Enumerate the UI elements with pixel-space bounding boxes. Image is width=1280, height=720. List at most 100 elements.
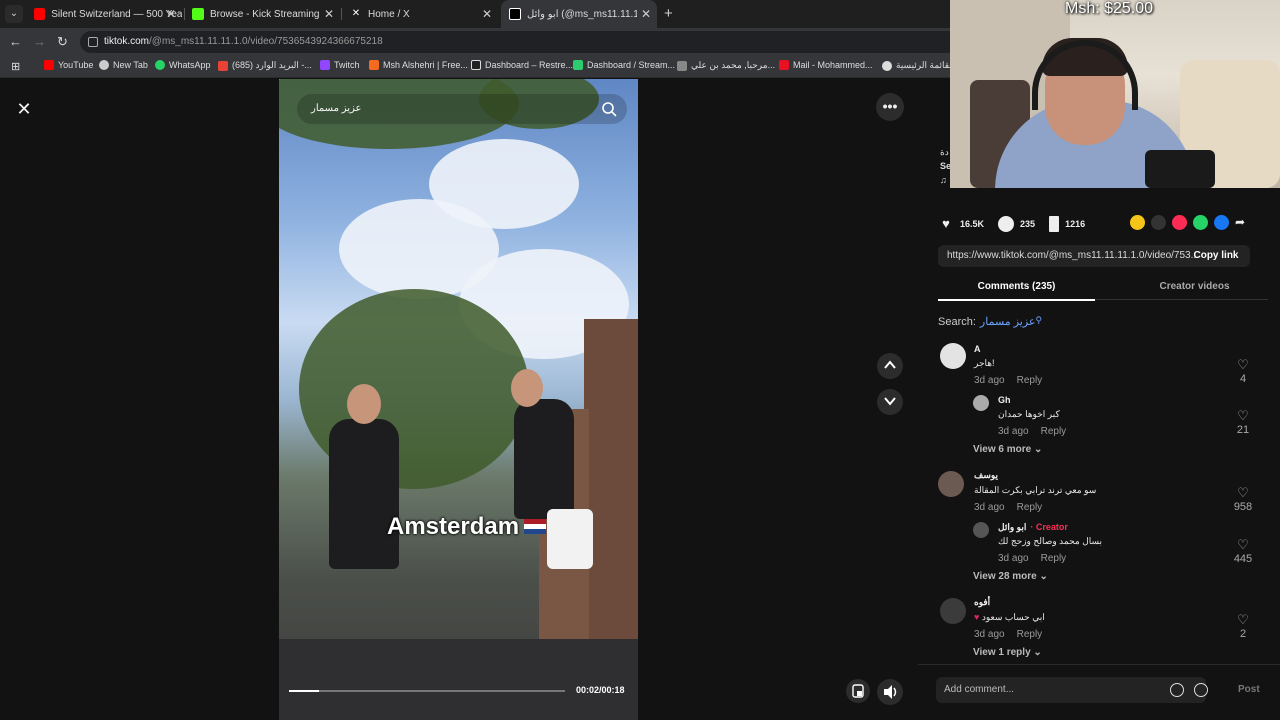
comment-author[interactable]: ابو وائل · Creator bbox=[998, 522, 1068, 533]
bookmark-whatsapp[interactable]: WhatsApp bbox=[155, 60, 211, 70]
bookmark-twitch[interactable]: Twitch bbox=[320, 60, 360, 70]
reply-button[interactable]: Reply bbox=[1017, 502, 1043, 513]
close-icon[interactable]: ✕ bbox=[166, 7, 176, 21]
view-more-replies[interactable]: View 1 reply ⌄ bbox=[973, 647, 1042, 658]
tab-kick[interactable]: Browse - Kick Streaming ✕ bbox=[184, 0, 340, 28]
volume-button[interactable] bbox=[877, 679, 903, 705]
chevron-down-icon: ⌄ bbox=[1033, 647, 1042, 658]
save-button[interactable]: 1216 bbox=[1049, 216, 1085, 232]
avatar[interactable] bbox=[938, 471, 964, 497]
reload-icon[interactable]: ↻ bbox=[57, 34, 68, 50]
view-more-label: View 6 more bbox=[973, 444, 1032, 455]
heart-outline-icon: ♡ bbox=[1237, 485, 1249, 500]
close-icon[interactable]: ✕ bbox=[482, 7, 492, 21]
search-icon[interactable] bbox=[601, 101, 617, 117]
tab-comments[interactable]: Comments (235) bbox=[938, 281, 1095, 301]
view-more-replies[interactable]: View 6 more ⌄ bbox=[973, 444, 1042, 455]
tab-tiktok[interactable]: ابو وائل (@ms_ms11.11.11.1.0) ✕ bbox=[501, 0, 657, 28]
kick-icon bbox=[192, 8, 204, 20]
view-more-replies[interactable]: View 28 more ⌄ bbox=[973, 571, 1048, 582]
comment-like-button[interactable]: ♡ 4 bbox=[1228, 357, 1258, 385]
more-options-button[interactable]: ••• bbox=[876, 93, 904, 121]
comment-button[interactable]: 235 bbox=[998, 216, 1035, 232]
netherlands-flag-icon bbox=[524, 519, 546, 534]
tab-creator-videos[interactable]: Creator videos bbox=[1116, 281, 1273, 292]
whatsapp-icon[interactable] bbox=[1193, 215, 1208, 230]
bookmark-gmail[interactable]: (685) البريد الوارد -... bbox=[218, 60, 312, 71]
close-icon[interactable]: ✕ bbox=[641, 7, 651, 21]
globe-icon bbox=[99, 60, 109, 70]
picture-in-picture-icon bbox=[852, 684, 864, 698]
video-progress-bar[interactable] bbox=[289, 690, 565, 692]
tab-x[interactable]: ✕ Home / X ✕ bbox=[342, 0, 498, 28]
bookmark-bank[interactable]: مرحبا, محمد بن علي... bbox=[677, 60, 775, 71]
comment-author[interactable]: A bbox=[974, 344, 981, 354]
apps-grid-icon[interactable]: ⊞ bbox=[11, 60, 20, 73]
post-button[interactable]: Post bbox=[1238, 684, 1260, 695]
tab-search-button[interactable]: ⌄ bbox=[5, 5, 23, 23]
avatar[interactable] bbox=[940, 343, 966, 369]
reply-button[interactable]: Reply bbox=[1017, 629, 1043, 640]
comment-like-button[interactable]: ♡ 2 bbox=[1228, 612, 1258, 640]
bookmark-new-tab[interactable]: New Tab bbox=[99, 60, 148, 70]
picture-in-picture-button[interactable] bbox=[846, 679, 870, 703]
comment-author[interactable]: أفوه bbox=[974, 597, 990, 608]
close-video-button[interactable]: ✕ bbox=[12, 97, 36, 121]
like-button[interactable]: ♥ 16.5K bbox=[938, 216, 984, 232]
streamelements-icon bbox=[573, 60, 583, 70]
video-player[interactable]: عزيز مسمار Amsterdam 00:02/00:18 bbox=[279, 79, 638, 720]
embed-icon[interactable] bbox=[1151, 215, 1166, 230]
bookmark-label: Twitch bbox=[334, 60, 360, 70]
share-icons: ➦ bbox=[1130, 215, 1256, 230]
mention-icon[interactable] bbox=[1170, 683, 1184, 697]
reply-button[interactable]: Reply bbox=[1017, 375, 1043, 386]
forward-arrow-icon[interactable]: → bbox=[33, 34, 46, 49]
previous-video-button[interactable] bbox=[877, 353, 903, 379]
bank-icon bbox=[677, 60, 687, 71]
url-bar[interactable]: tiktok.com/@ms_ms11.11.11.1.0/video/7536… bbox=[80, 31, 960, 53]
bookmark-msh[interactable]: Msh Alshehri | Free... bbox=[369, 60, 468, 70]
comment-like-count: 2 bbox=[1239, 628, 1247, 640]
comment-author[interactable]: Gh bbox=[998, 395, 1011, 405]
bookmark-streamelements[interactable]: Dashboard / Stream... bbox=[573, 60, 675, 70]
site-info-icon[interactable] bbox=[88, 37, 98, 47]
tab-title: Silent Switzerland — 500 Years bbox=[51, 8, 182, 20]
copy-link-button[interactable]: Copy link bbox=[1182, 245, 1250, 267]
avatar[interactable] bbox=[973, 522, 989, 538]
comment-like-button[interactable]: ♡ 958 bbox=[1228, 485, 1258, 513]
back-arrow-icon[interactable]: ← bbox=[9, 34, 22, 49]
add-comment-input[interactable]: Add comment... bbox=[936, 677, 1206, 703]
next-video-button[interactable] bbox=[877, 389, 903, 415]
tab-youtube[interactable]: Silent Switzerland — 500 Years ✕ bbox=[26, 0, 182, 28]
bookmark-restream[interactable]: Dashboard – Restre... bbox=[471, 60, 573, 70]
heart-icon: ♥ bbox=[942, 216, 950, 231]
chevron-down-icon bbox=[884, 397, 896, 406]
emoji-icon[interactable] bbox=[1194, 683, 1208, 697]
comment-like-button[interactable]: ♡ 445 bbox=[1228, 537, 1258, 565]
coin-icon[interactable] bbox=[1130, 215, 1145, 230]
bookmark-youtube[interactable]: YouTube bbox=[44, 60, 93, 70]
close-icon[interactable]: ✕ bbox=[324, 7, 334, 21]
reply-button[interactable]: Reply bbox=[1041, 553, 1067, 564]
search-query-link[interactable]: عزيز مسمار bbox=[980, 316, 1036, 328]
share-arrow-icon[interactable]: ➦ bbox=[1235, 215, 1250, 230]
new-tab-button[interactable]: + bbox=[664, 5, 673, 22]
bookmark-mail[interactable]: Mail - Mohammed... bbox=[779, 60, 873, 70]
reply-item: Gh كبر اخوها حمدان 3d ago Reply ♡ 21 bbox=[938, 393, 1258, 443]
bookmark-label: WhatsApp bbox=[169, 60, 211, 70]
comment-meta: 3d ago Reply bbox=[974, 629, 1042, 640]
video-link-field[interactable]: https://www.tiktok.com/@ms_ms11.11.11.1.… bbox=[938, 245, 1250, 267]
creator-badge: · Creator bbox=[1030, 522, 1068, 532]
facebook-icon[interactable] bbox=[1214, 215, 1229, 230]
reply-button[interactable]: Reply bbox=[1041, 426, 1067, 437]
video-search-bar[interactable]: عزيز مسمار bbox=[297, 94, 627, 124]
avatar[interactable] bbox=[940, 598, 966, 624]
avatar[interactable] bbox=[973, 395, 989, 411]
bookmark-main-menu[interactable]: القائمة الرئيسية bbox=[882, 60, 955, 71]
bookmark-label: New Tab bbox=[113, 60, 148, 70]
send-icon[interactable] bbox=[1172, 215, 1187, 230]
comment-text: هاجر! bbox=[974, 358, 995, 368]
comment-like-button[interactable]: ♡ 21 bbox=[1228, 408, 1258, 436]
donation-alert: Msh: $25.00 bbox=[1065, 0, 1154, 17]
comment-author[interactable]: يوسف bbox=[974, 470, 998, 481]
